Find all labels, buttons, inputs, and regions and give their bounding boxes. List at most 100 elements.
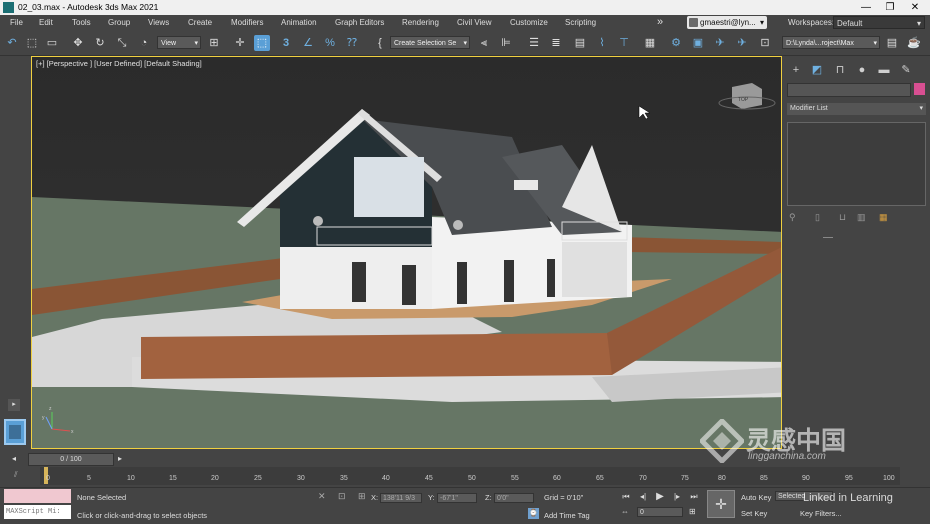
menu-graph-editors[interactable]: Graph Editors <box>335 18 384 27</box>
menu-civil-view[interactable]: Civil View <box>457 18 492 27</box>
project-folder-select[interactable]: D:\Lynda\...roject\Max ▾ <box>782 36 880 49</box>
door-3 <box>457 262 467 304</box>
user-account-button[interactable]: gmaestri@lyn... ▾ <box>687 16 767 29</box>
modifier-list-select[interactable]: Modifier List ▾ <box>787 103 926 115</box>
material-editor-icon[interactable]: ▦ <box>642 35 658 51</box>
absolute-mode-icon[interactable]: ⊞ <box>358 491 366 502</box>
modify-tab-icon[interactable]: ◩ <box>810 63 824 77</box>
spinner-snap-icon[interactable]: ⁇ <box>344 35 360 51</box>
pivot-icon[interactable]: ⊞ <box>206 35 222 51</box>
menu-modifiers[interactable]: Modifiers <box>231 18 263 27</box>
modifier-stack[interactable] <box>787 122 926 206</box>
go-to-end-icon[interactable]: ⏭ <box>688 491 700 503</box>
key-mode-icon[interactable]: ⇔ <box>621 507 629 516</box>
auto-key-button[interactable]: Auto Key <box>741 493 771 502</box>
play-icon[interactable]: ▶ <box>654 491 666 503</box>
current-frame-field[interactable]: 0 <box>637 507 683 517</box>
prev-frame-icon[interactable]: ◂ <box>12 454 16 463</box>
menu-create[interactable]: Create <box>188 18 212 27</box>
maxscript-input[interactable]: MAXScript Mi: <box>4 505 71 519</box>
project-folder-icon[interactable]: ▤ <box>884 35 900 51</box>
menu-rendering[interactable]: Rendering <box>402 18 439 27</box>
toggle-ribbon-icon[interactable]: ▤ <box>572 35 588 51</box>
track-bar-icon[interactable]: ⫽ <box>14 470 18 480</box>
set-key-button[interactable]: Set Key <box>741 509 767 518</box>
pin-stack-icon[interactable]: ⚲ <box>789 212 796 223</box>
show-end-result-icon[interactable]: ▯ <box>815 212 820 223</box>
menu-group[interactable]: Group <box>108 18 130 27</box>
minimize-button[interactable]: — <box>854 0 878 15</box>
maxscript-listener-output[interactable] <box>4 489 71 503</box>
scene-explorer-icon[interactable]: ☰ <box>526 35 542 51</box>
mirror-icon[interactable]: ⫷ <box>476 35 492 51</box>
render-production-icon[interactable]: ✈ <box>712 35 728 51</box>
motion-tab-icon[interactable]: ● <box>855 63 869 77</box>
menu-customize[interactable]: Customize <box>510 18 548 27</box>
angle-snap-icon[interactable]: ∠ <box>300 35 316 51</box>
edit-named-selection-icon[interactable]: { <box>372 35 388 51</box>
time-slider[interactable]: 0 / 100 <box>28 453 114 466</box>
undo-icon[interactable]: ↶ <box>4 35 20 51</box>
next-key-icon[interactable]: |▸ <box>671 491 683 503</box>
selection-set-select[interactable]: Create Selection Se ▾ <box>390 36 470 49</box>
menu-scripting[interactable]: Scripting <box>565 18 596 27</box>
render-iterative-icon[interactable]: ✈ <box>734 35 750 51</box>
curve-editor-icon[interactable]: ⌇ <box>594 35 610 51</box>
expand-layout-icon[interactable]: ▸ <box>8 399 20 411</box>
object-color-swatch[interactable] <box>914 83 925 95</box>
select-region-icon[interactable]: ⬚ <box>24 35 40 51</box>
move-icon[interactable]: ✥ <box>70 35 86 51</box>
rotate-icon[interactable]: ↻ <box>92 35 108 51</box>
menu-edit[interactable]: Edit <box>39 18 53 27</box>
set-key-big-button[interactable]: ✛ <box>707 490 735 518</box>
menu-overflow-icon[interactable]: » <box>657 16 663 28</box>
select-object-icon[interactable]: ▭ <box>44 35 60 51</box>
menu-tools[interactable]: Tools <box>72 18 91 27</box>
chevron-down-icon: ▾ <box>759 18 764 27</box>
hierarchy-tab-icon[interactable]: ⊓ <box>833 63 847 77</box>
menu-views[interactable]: Views <box>148 18 169 27</box>
go-to-start-icon[interactable]: ⏮ <box>620 491 632 503</box>
selection-lock-icon[interactable]: ⊡ <box>338 491 346 502</box>
maximize-button[interactable]: ❐ <box>878 0 902 15</box>
make-unique-icon[interactable]: ⊔ <box>839 212 846 223</box>
isolate-selection-icon[interactable]: ✕ <box>318 491 326 502</box>
workspaces-select[interactable]: Default ▾ <box>833 16 925 29</box>
menu-file[interactable]: File <box>10 18 23 27</box>
z-label: Z: <box>485 493 492 502</box>
reference-coordinate-select[interactable]: View ▾ <box>157 36 201 49</box>
key-filters-button[interactable]: Key Filters... <box>800 509 842 518</box>
place-icon[interactable]: ◔ <box>136 35 152 51</box>
remove-modifier-icon[interactable]: ▥ <box>857 212 866 223</box>
viewport-layout-tab[interactable] <box>4 419 26 445</box>
viewport-label[interactable]: [+] [Perspective ] [User Defined] [Defau… <box>36 59 202 68</box>
snap-toggle-icon[interactable]: 3 <box>278 35 294 51</box>
teapot-icon[interactable]: ☕ <box>906 35 922 51</box>
utilities-tab-icon[interactable]: ✎ <box>899 63 913 77</box>
create-tab-icon[interactable]: + <box>789 63 803 77</box>
render-setup-icon[interactable]: ⚙ <box>668 35 684 51</box>
schematic-view-icon[interactable]: ⊤ <box>616 35 632 51</box>
percent-snap-icon[interactable]: % <box>322 35 338 51</box>
z-coordinate-field[interactable]: 0'0" <box>494 493 534 503</box>
previous-key-icon[interactable]: ◂| <box>637 491 649 503</box>
close-button[interactable]: ✕ <box>903 0 927 15</box>
display-tab-icon[interactable]: ▬ <box>877 63 891 77</box>
add-time-tag-button[interactable]: Add Time Tag <box>544 511 590 520</box>
scale-icon[interactable]: ⤡ <box>114 35 130 51</box>
menu-animation[interactable]: Animation <box>281 18 317 27</box>
y-coordinate-field[interactable]: -67'1" <box>437 493 477 503</box>
configure-modifier-sets-icon[interactable]: ▦ <box>879 212 888 223</box>
object-name-field[interactable] <box>787 83 911 97</box>
next-frame-icon[interactable]: ▸ <box>118 454 122 463</box>
layer-explorer-icon[interactable]: ≣ <box>548 35 564 51</box>
select-manipulate-icon[interactable]: ✛ <box>232 35 248 51</box>
x-coordinate-field[interactable]: 138'11 9/3 <box>380 493 422 503</box>
render-online-icon[interactable]: ⊡ <box>757 35 773 51</box>
keyboard-shortcut-override-icon[interactable]: ⬚ <box>254 35 270 51</box>
time-config-icon[interactable]: ⊞ <box>689 507 696 516</box>
align-icon[interactable]: ⊫ <box>498 35 514 51</box>
rendered-frame-window-icon[interactable]: ▣ <box>690 35 706 51</box>
perspective-viewport[interactable]: TOP z x y [+] [Perspective ] [User Defin… <box>31 56 782 449</box>
tick-label: 70 <box>639 475 647 482</box>
